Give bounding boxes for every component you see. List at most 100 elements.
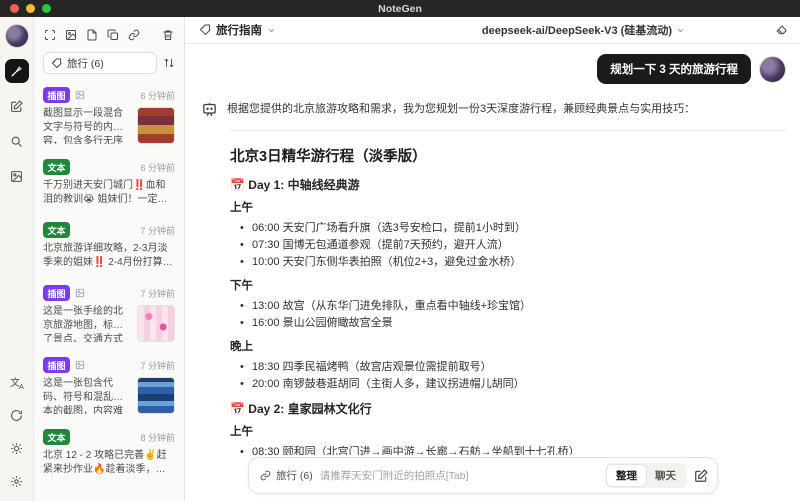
record-type-badge: 文本 [43,222,71,238]
search-icon [10,135,23,148]
record-type-badge: 插图 [43,87,71,103]
app-window: NoteGen 文A 旅行 (6) 插图 6 分钟前 截图显示一段混合文字与符号… [0,0,800,501]
record-type-badge: 插图 [43,285,71,301]
user-message-row: 规划一下 3 天的旅游行程 [200,54,786,84]
clipboard-icon[interactable] [107,29,119,41]
assistant-message-row: 根据您提供的北京旅游攻略和需求，我为您规划一份3天深度游行程，兼顾经典景点与实用… [200,100,786,118]
model-label: deepseek-ai/DeepSeek-V3 (硅基流动) [481,25,672,37]
note-title-selector[interactable]: 旅行指南 [199,22,276,38]
rail-item-translate[interactable]: 文A [5,370,29,394]
image-ref-icon [75,288,85,298]
rail-item-sync[interactable] [5,403,29,427]
record-card[interactable]: 插图 7 分钟前 这是一张包含代码、符号和混乱文本的截图，内容难以解读，似乎涉及… [34,350,184,422]
mode-organize-button[interactable]: 整理 [607,465,646,486]
tag-icon [199,24,211,36]
clear-context-button[interactable] [775,24,788,37]
rail-item-write[interactable] [5,94,29,118]
records-toolbar [34,22,184,47]
section-items: 13:00 故宫（从东华门进免排队，重点看中轴线+珍宝馆）16:00 景山公园俯… [240,298,776,332]
user-avatar [759,55,786,83]
app-title: NoteGen [378,2,422,15]
record-card[interactable]: 插图 6 分钟前 截图显示一段混合文字与符号的内容，包含多行无序排列的字母、数字… [34,80,184,152]
sort-icon[interactable] [163,57,175,69]
record-timestamp: 6 分钟前 [140,90,175,101]
assistant-intro-text: 根据您提供的北京旅游攻略和需求，我为您规划一份3天深度游行程，兼顾经典景点与实用… [227,103,696,115]
records-list: 插图 6 分钟前 截图显示一段混合文字与符号的内容，包含多行无序排列的字母、数字… [34,80,184,501]
user-message-bubble: 规划一下 3 天的旅游行程 [597,54,751,84]
itinerary-item: 07:30 国博无包通道参观（提前7天预约，避开人流） [240,237,776,254]
compose-icon [10,99,23,113]
record-summary: 千万别进天安门城门‼️血和泪的教训😭 姐妹们！一定要听劝啊！❗️除非是预约了参观… [43,180,168,205]
article-title: 北京3日精华游行程（淡季版） [230,149,427,165]
record-thumbnail [137,377,175,414]
record-summary: 北京 12 - 2 攻略已完善✌️赶紧来抄作业🔥趁着淡季，快把北京旅游攻略重新整… [43,450,167,475]
itinerary-item: 06:00 天安门广场看升旗（选3号安检口，提前1小时到） [240,220,776,237]
note-title: 旅行指南 [216,25,262,37]
bot-icon [201,101,218,118]
main-panel: 旅行指南 deepseek-ai/DeepSeek-V3 (硅基流动) 规划一下… [185,17,800,501]
rail-item-record[interactable] [4,59,29,83]
image-ref-icon [75,90,85,100]
input-tag-label: 旅行 (6) [276,470,313,482]
record-summary: 北京旅游详细攻略，2-3月淡季来的姐妹‼️ 2-4月份打算来北京玩的宝子 不用再… [43,243,173,268]
section-label: 上午 [230,202,253,214]
image-ref-icon [75,360,85,370]
section-items: 06:00 天安门广场看升旗（选3号安检口，提前1小时到）07:30 国博无包通… [240,220,776,271]
file-icon[interactable] [86,29,98,41]
translate-icon: 文A [10,377,24,391]
itinerary-day: 📅 Day 1: 中轴线经典游 上午 06:00 天安门广场看升旗（选3号安检口… [230,176,776,393]
records-sidebar: 旅行 (6) 插图 6 分钟前 截图显示一段混合文字与符号的内容，包含多行无序排… [34,17,185,501]
itinerary-item: 16:00 景山公园俯瞰故宫全景 [240,315,776,332]
record-card[interactable]: 文本 6 分钟前 千万别进天安门城门‼️血和泪的教训😭 姐妹们！一定要听劝啊！❗… [34,152,184,215]
record-thumbnail [137,305,175,342]
section-label: 晚上 [230,341,253,353]
record-card[interactable]: 文本 8 分钟前 北京 12 - 2 攻略已完善✌️赶紧来抄作业🔥趁着淡季，快把… [34,422,184,485]
link-icon[interactable] [128,29,140,41]
record-summary: 这是一张包含代码、符号和混乱文本的截图，内容难以解读，似乎涉及技术... [43,378,123,414]
link-icon [260,470,271,481]
day-section: 下午 13:00 故宫（从东华门进免排队，重点看中轴线+珍宝馆）16:00 景山… [230,277,776,332]
mode-chat-button[interactable]: 聊天 [646,465,685,486]
rail-item-settings[interactable] [5,469,29,493]
record-summary: 这是一张手绘的北京旅游地图，标注了景点、交通方式和门票价格，如天安... [43,306,123,342]
input-tag-chip[interactable]: 旅行 (6) [260,468,313,483]
tag-filter-select[interactable]: 旅行 (6) [43,52,157,74]
itinerary-article: 北京3日精华游行程（淡季版） 📅 Day 1: 中轴线经典游 上午 06:00 … [200,131,786,501]
record-timestamp: 7 分钟前 [140,360,175,371]
gallery-icon [10,170,23,183]
record-thumbnail [137,107,175,144]
icon-rail: 文A [0,17,34,501]
user-avatar[interactable] [4,24,29,48]
main-header: 旅行指南 deepseek-ai/DeepSeek-V3 (硅基流动) [185,17,800,44]
send-compose-button[interactable] [694,468,708,483]
rail-item-search[interactable] [5,129,29,153]
record-card[interactable]: 文本 7 分钟前 北京旅游详细攻略，2-3月淡季来的姐妹‼️ 2-4月份打算来北… [34,215,184,278]
model-selector[interactable]: deepseek-ai/DeepSeek-V3 (硅基流动) [482,22,685,38]
chat-input[interactable]: 请推荐天安门附近的拍照点[Tab] [320,468,598,483]
record-summary: 截图显示一段混合文字与符号的内容，包含多行无序排列的字母、数字和符... [43,108,123,144]
section-label: 上午 [230,426,253,438]
record-timestamp: 7 分钟前 [140,288,175,299]
record-pen-icon [10,65,23,78]
record-card[interactable]: 插图 7 分钟前 这是一张手绘的北京旅游地图，标注了景点、交通方式和门票价格，如… [34,278,184,350]
rail-item-theme[interactable] [5,436,29,460]
rail-item-gallery[interactable] [5,164,29,188]
chat-scroll-area[interactable]: 规划一下 3 天的旅游行程 根据您提供的北京旅游攻略和需求，我为您规划一份3天深… [185,44,800,501]
record-timestamp: 7 分钟前 [140,225,175,236]
section-items: 18:30 四季民福烤鸭（故宫店观景位需提前取号）20:00 南锣鼓巷逛胡同（主… [240,359,776,393]
input-strip: 旅行 (6) 请推荐天安门附近的拍照点[Tab] 整理 聊天 [185,455,800,501]
screenshot-icon[interactable] [44,29,56,41]
trash-icon[interactable] [162,29,174,41]
chevron-down-icon [676,26,685,35]
itinerary-item: 13:00 故宫（从东华门进免排队，重点看中轴线+珍宝馆） [240,298,776,315]
record-type-badge: 文本 [43,429,71,445]
mode-toggle: 整理 聊天 [605,463,687,488]
titlebar: NoteGen [0,0,800,17]
section-label: 下午 [230,280,253,292]
day-heading: 📅 Day 2: 皇家园林文化行 [230,402,372,416]
theme-sun-icon [10,442,23,455]
settings-gear-icon [10,475,23,488]
itinerary-item: 10:00 天安门东侧华表拍照（机位2+3，避免过金水桥） [240,254,776,271]
record-timestamp: 8 分钟前 [140,432,175,443]
image-icon[interactable] [65,29,77,41]
